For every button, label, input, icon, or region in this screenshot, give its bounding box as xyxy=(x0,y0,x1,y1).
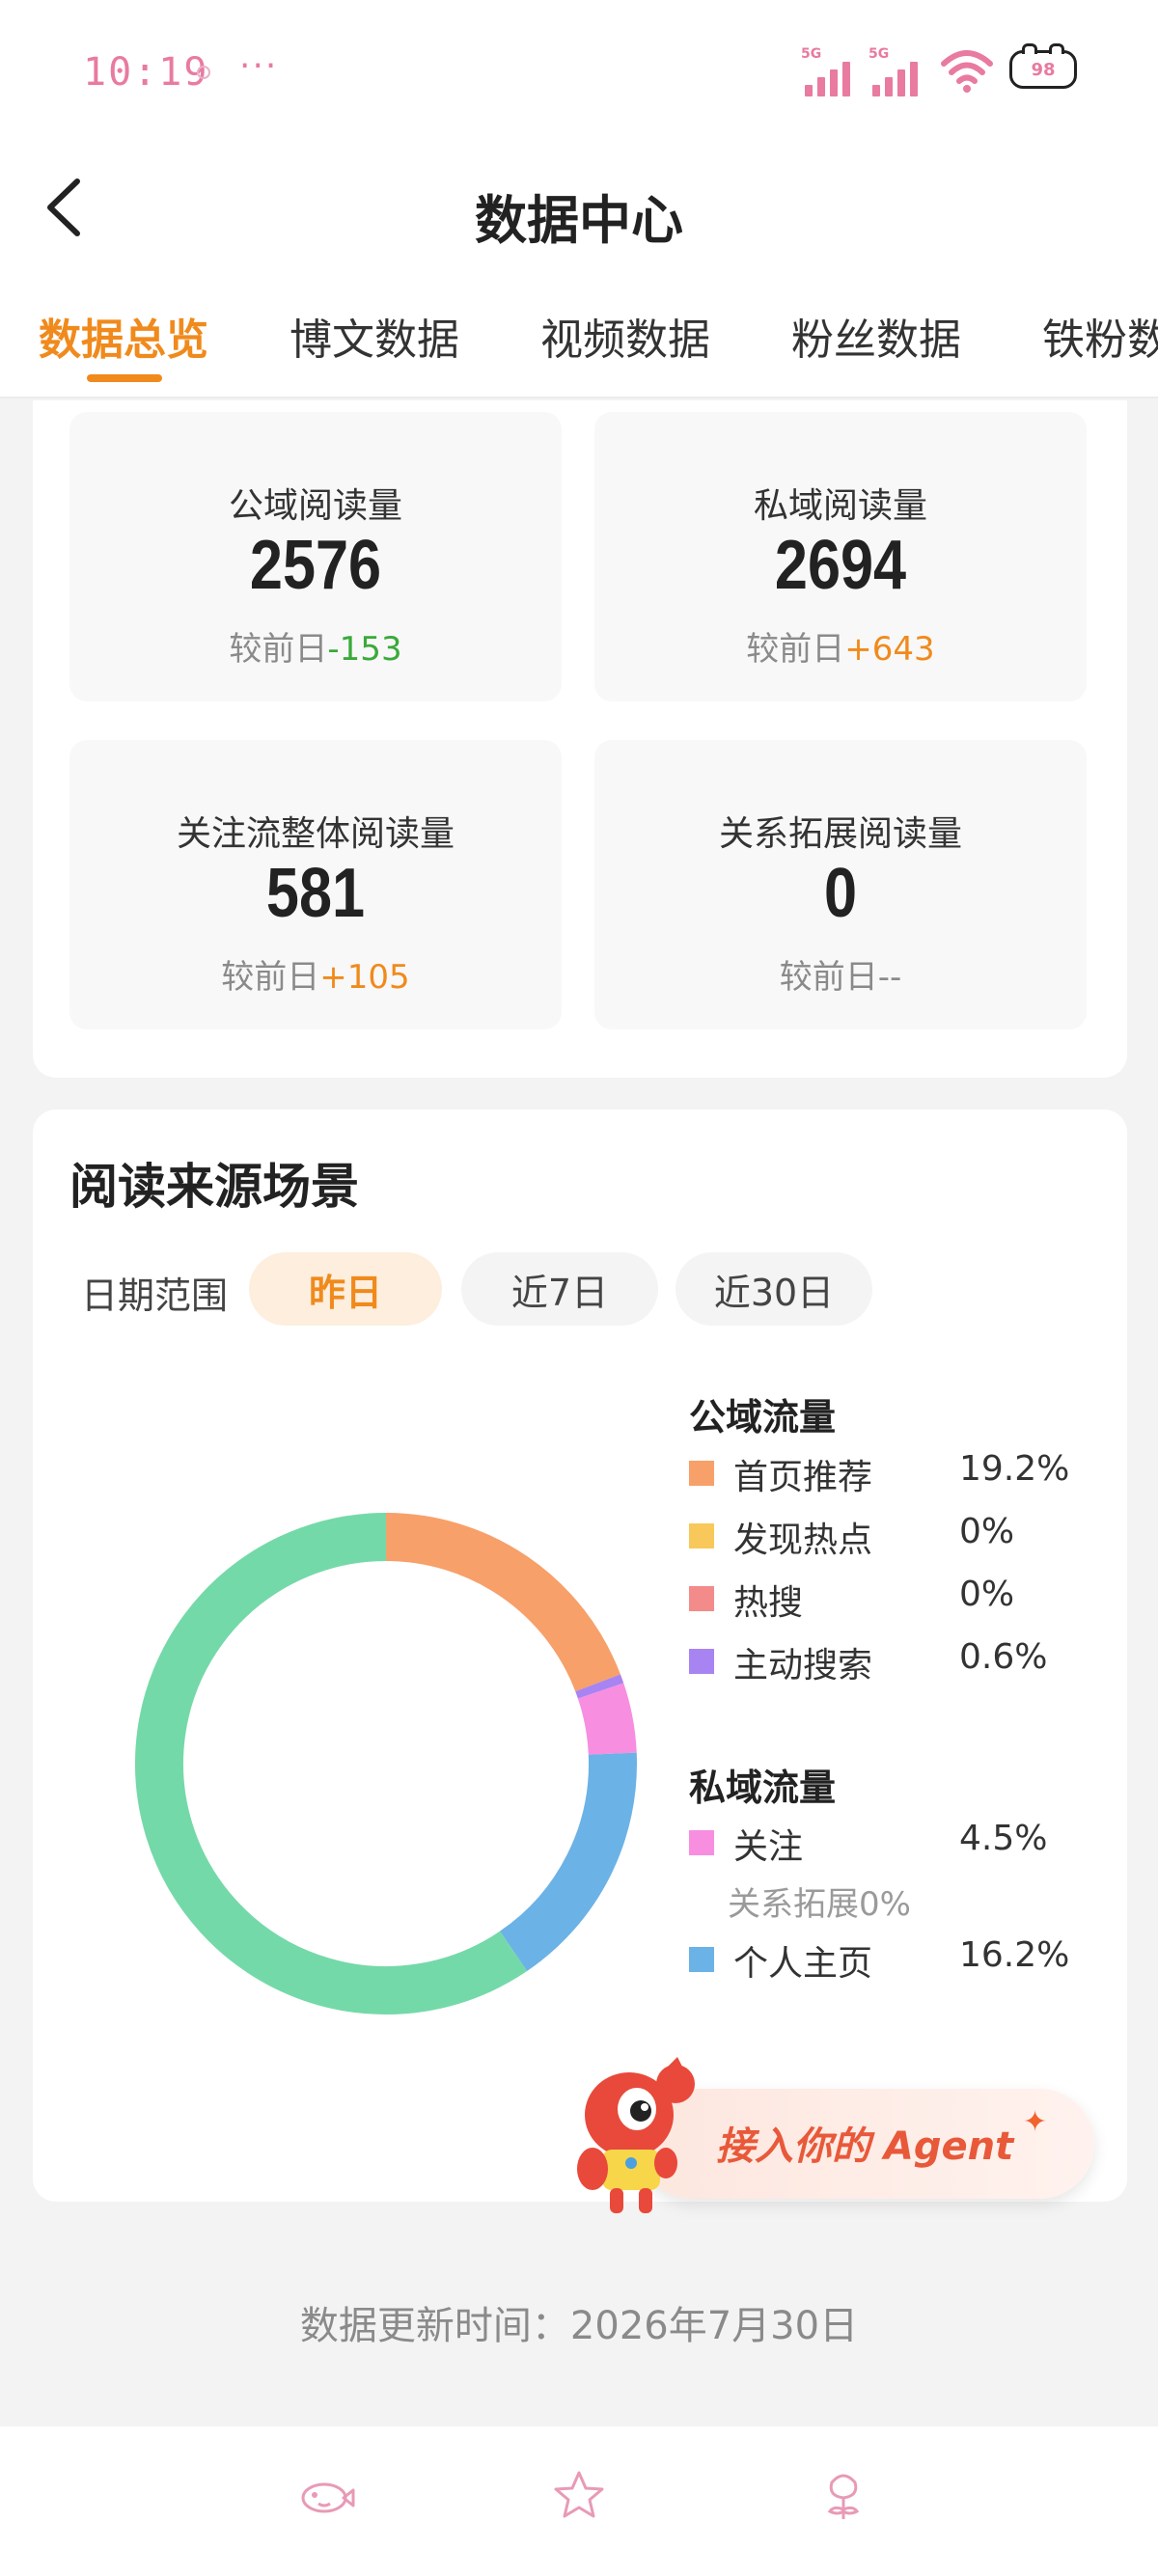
tab-overview[interactable]: 数据总览 xyxy=(39,305,208,367)
legend-item: 个人主页 16.2% xyxy=(689,1935,1114,1984)
tab-fans[interactable]: 粉丝数据 xyxy=(791,305,961,367)
wifi-icon xyxy=(941,50,993,93)
tab-iron-fans[interactable]: 铁粉数据 xyxy=(1042,305,1158,367)
flower-icon[interactable] xyxy=(814,2467,872,2525)
legend-item: 主动搜索 0.6% xyxy=(689,1637,1114,1685)
donut-slice xyxy=(135,1513,528,2014)
stat-value: 2576 xyxy=(249,527,382,604)
date-range-label: 日期范围 xyxy=(81,1274,229,1317)
legend-swatch xyxy=(689,1586,714,1611)
data-update-time: 数据更新时间：2026年7月30日 xyxy=(299,2304,859,2348)
range-7d-button[interactable]: 近7日 xyxy=(461,1252,658,1326)
legend-swatch xyxy=(689,1830,714,1855)
sparkle-icon: ✦ xyxy=(1023,2105,1048,2139)
legend-item: 发现热点 0% xyxy=(689,1512,1114,1560)
battery-level: 98 xyxy=(1031,59,1056,80)
battery-icon: 98 xyxy=(1009,43,1077,89)
fish-icon[interactable] xyxy=(297,2467,355,2525)
page-title: 数据中心 xyxy=(475,190,683,251)
stat-delta: 较前日-- xyxy=(779,958,902,997)
legend-swatch xyxy=(689,1523,714,1548)
stat-label: 公域阅读量 xyxy=(228,486,402,526)
range-30d-button[interactable]: 近30日 xyxy=(676,1252,872,1326)
stat-value: 581 xyxy=(265,855,366,932)
legend-item: 首页推荐 19.2% xyxy=(689,1449,1114,1497)
stat-public-reads[interactable]: 公域阅读量 2576 较前日-153 xyxy=(69,412,562,701)
stat-delta: 较前日-153 xyxy=(229,630,402,669)
donut-slice xyxy=(499,1752,637,1972)
legend-relation-note: 关系拓展0% xyxy=(728,1885,911,1924)
nav-bar: 数据中心 xyxy=(0,154,1158,260)
legend-swatch xyxy=(689,1947,714,1972)
source-donut-chart xyxy=(135,1513,637,2014)
agent-banner[interactable]: 接入你的 Agent ✦ xyxy=(577,2057,1094,2213)
top-area: 10:19 ··· 5G 5G 98 数据中心 数据总览 博文数据 视频数据 粉… xyxy=(0,0,1158,398)
stats-card: 公域阅读量 2576 较前日-153 私域阅读量 2694 较前日+643 关注… xyxy=(33,400,1127,1078)
stat-follow-feed-reads[interactable]: 关注流整体阅读量 581 较前日+105 xyxy=(69,740,562,1029)
stat-value: 0 xyxy=(823,855,858,932)
stat-label: 关系拓展阅读量 xyxy=(718,814,962,854)
tab-active-indicator xyxy=(87,374,162,382)
agent-banner-text: 接入你的 Agent xyxy=(716,2124,1014,2169)
stat-label: 私域阅读量 xyxy=(753,486,927,526)
stat-value: 2694 xyxy=(774,527,907,604)
donut-slice xyxy=(575,1674,624,1699)
legend-swatch xyxy=(689,1461,714,1486)
stat-delta: 较前日+643 xyxy=(746,630,935,669)
legend-public-title: 公域流量 xyxy=(689,1396,837,1439)
stat-delta: 较前日+105 xyxy=(221,958,410,997)
status-dot-icon xyxy=(197,66,210,79)
legend-item: 关注 4.5% xyxy=(689,1819,1114,1867)
star-icon[interactable] xyxy=(550,2467,608,2525)
tab-posts[interactable]: 博文数据 xyxy=(290,305,459,367)
stat-relation-reads[interactable]: 关系拓展阅读量 0 较前日-- xyxy=(594,740,1087,1029)
status-more-icon: ··· xyxy=(239,46,279,86)
legend-swatch xyxy=(689,1649,714,1674)
legend-private-title: 私域流量 xyxy=(689,1767,837,1809)
tab-videos[interactable]: 视频数据 xyxy=(540,305,710,367)
stat-label: 关注流整体阅读量 xyxy=(176,814,455,854)
bottom-bar xyxy=(0,2426,1158,2576)
range-yesterday-button[interactable]: 昨日 xyxy=(249,1252,442,1326)
donut-slice xyxy=(385,1513,620,1692)
tab-bar: 数据总览 博文数据 视频数据 粉丝数据 铁粉数据 xyxy=(0,289,1158,398)
legend-item: 热搜 0% xyxy=(689,1575,1114,1623)
section-title: 阅读来源场景 xyxy=(69,1159,359,1215)
donut-slice xyxy=(577,1683,637,1756)
status-bar: 10:19 ··· 5G 5G 98 xyxy=(0,39,1158,106)
mascot-icon xyxy=(577,2057,695,2213)
status-time: 10:19 xyxy=(83,50,209,95)
stat-private-reads[interactable]: 私域阅读量 2694 较前日+643 xyxy=(594,412,1087,701)
read-source-card: 阅读来源场景 日期范围 昨日 近7日 近30日 公域流量 首页推荐 19.2% … xyxy=(33,1110,1127,2202)
